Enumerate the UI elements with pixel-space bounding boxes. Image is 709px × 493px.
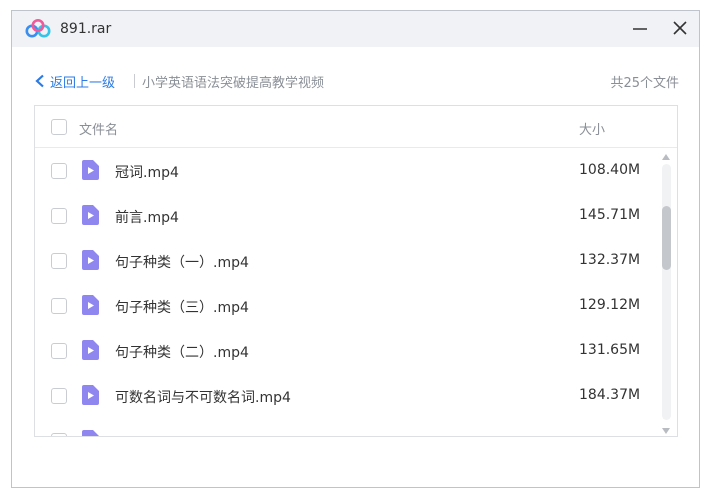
title-bar[interactable]: 891.rar <box>12 11 699 47</box>
file-row[interactable]: 句子种类（一）.mp4 132.37M <box>35 239 657 284</box>
row-checkbox[interactable] <box>51 298 67 314</box>
video-file-icon <box>82 250 99 270</box>
file-size: 108.40M <box>579 162 641 178</box>
file-row[interactable]: 句子种类（二）.mp4 131.65M <box>35 329 657 374</box>
navigation-bar: 返回上一级 小学英语语法突破提高教学视频 共25个文件 <box>34 71 679 91</box>
column-header-name[interactable]: 文件名 <box>79 119 118 138</box>
file-size: 132.37M <box>579 252 641 268</box>
file-row[interactable]: 可数名词与不可数名词.mp4 184.37M <box>35 374 657 419</box>
file-list: 文件名 大小 冠词.mp4 108.40M 前言.mp4 145.71M 句子种… <box>34 105 678 437</box>
file-name: 句子种类（三）.mp4 <box>115 300 249 316</box>
minimize-icon <box>633 28 647 30</box>
row-checkbox[interactable] <box>51 208 67 224</box>
file-row[interactable] <box>35 419 657 436</box>
close-button[interactable] <box>666 15 694 41</box>
file-size: 131.65M <box>579 342 641 358</box>
file-row[interactable]: 冠词.mp4 108.40M <box>35 149 657 194</box>
file-name: 前言.mp4 <box>115 210 179 226</box>
row-checkbox[interactable] <box>51 388 67 404</box>
nav-divider <box>134 74 135 88</box>
file-size: 129.12M <box>579 297 641 313</box>
select-all-checkbox[interactable] <box>51 119 67 135</box>
file-size: 145.71M <box>579 207 641 223</box>
file-name: 冠词.mp4 <box>115 165 179 181</box>
row-checkbox[interactable] <box>51 343 67 359</box>
cloud-logo-icon <box>25 19 51 38</box>
chevron-left-icon <box>35 74 44 88</box>
video-file-icon <box>82 430 99 436</box>
file-size: 184.37M <box>579 387 641 403</box>
file-count: 共25个文件 <box>610 76 679 91</box>
file-name: 句子种类（一）.mp4 <box>115 255 249 271</box>
scroll-thumb[interactable] <box>662 206 671 270</box>
scroll-down-arrow-icon[interactable] <box>662 428 670 434</box>
column-header-size[interactable]: 大小 <box>579 119 605 138</box>
file-name: 句子种类（二）.mp4 <box>115 345 249 361</box>
file-rows: 冠词.mp4 108.40M 前言.mp4 145.71M 句子种类（一）.mp <box>35 149 657 436</box>
video-file-icon <box>82 295 99 315</box>
window-title: 891.rar <box>60 21 112 37</box>
folder-path: 小学英语语法突破提高教学视频 <box>142 76 325 91</box>
close-icon <box>673 21 687 35</box>
file-row[interactable]: 前言.mp4 145.71M <box>35 194 657 239</box>
list-header: 文件名 大小 <box>35 106 677 148</box>
video-file-icon <box>82 160 99 180</box>
row-checkbox[interactable] <box>51 433 67 436</box>
back-label: 返回上一级 <box>50 75 116 91</box>
minimize-button[interactable] <box>626 15 654 41</box>
file-name: 可数名词与不可数名词.mp4 <box>115 390 291 406</box>
row-checkbox[interactable] <box>51 163 67 179</box>
scroll-track[interactable] <box>662 164 671 420</box>
scroll-up-arrow-icon[interactable] <box>662 154 670 160</box>
archive-window: 891.rar 返回上一级 小学英语语法突破提高教学视频 共25个文件 文件名 <box>11 10 700 488</box>
vertical-scrollbar[interactable] <box>659 150 673 436</box>
video-file-icon <box>82 205 99 225</box>
file-row[interactable]: 句子种类（三）.mp4 129.12M <box>35 284 657 329</box>
back-button[interactable]: 返回上一级 <box>34 71 115 91</box>
row-checkbox[interactable] <box>51 253 67 269</box>
video-file-icon <box>82 385 99 405</box>
video-file-icon <box>82 340 99 360</box>
